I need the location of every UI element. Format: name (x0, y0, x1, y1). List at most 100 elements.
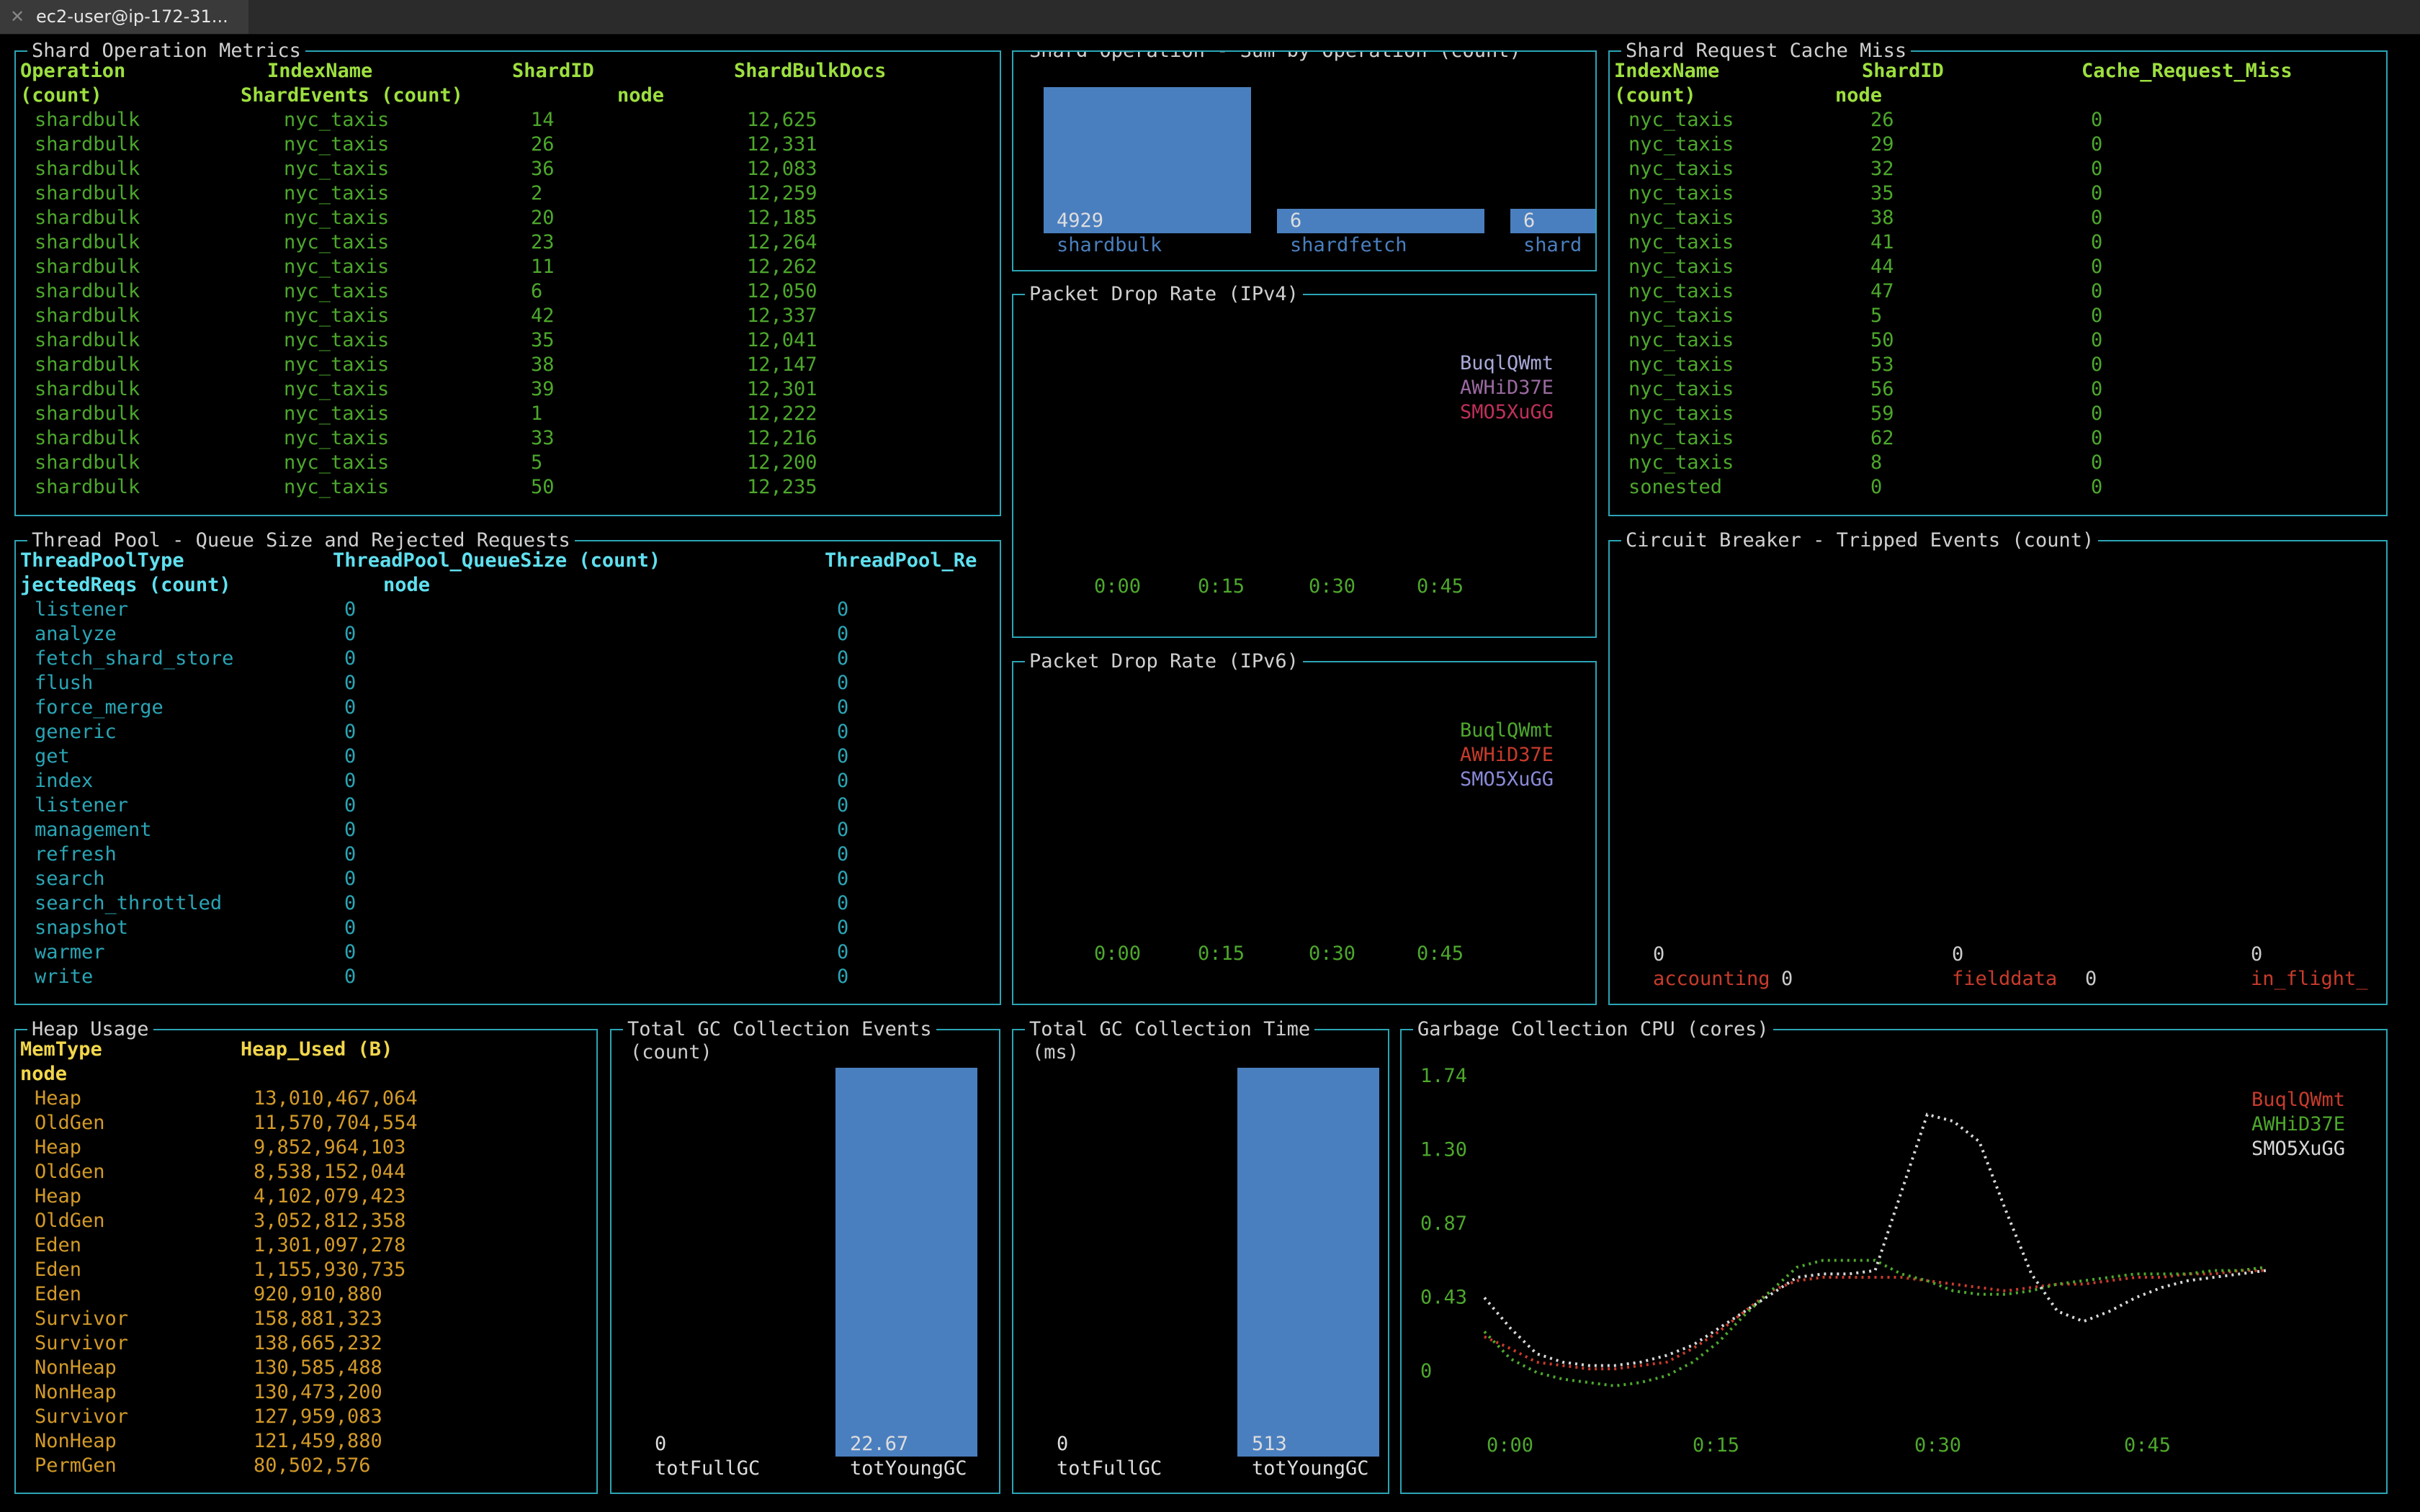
table-cell: 130,585,488 (254, 1356, 382, 1379)
table-cell: 0 (2091, 207, 2103, 229)
table-cell: NonHeap (35, 1430, 117, 1452)
legend-item: BuqlQWmt (1460, 719, 1554, 742)
legend-item: SMO5XuGG (1460, 401, 1554, 423)
table-cell: get (35, 745, 70, 768)
table-cell: shardbulk (35, 354, 140, 376)
table-cell: 6 (531, 280, 543, 302)
table-cell: listener (35, 598, 129, 621)
table-cell: Survivor (35, 1405, 129, 1428)
col-header-rejected: ThreadPool_Re (825, 549, 977, 572)
legend-item: BuqlQWmt (1460, 352, 1554, 374)
bar-category-label: totFullGC (1057, 1457, 1162, 1480)
table-cell: 0 (2091, 476, 2103, 498)
y-tick-label: 0 (1420, 1360, 1432, 1382)
table-cell: 0 (837, 770, 849, 792)
panel-subtitle: (count) (630, 1041, 712, 1063)
table-cell: 12,262 (747, 256, 817, 278)
table-cell: nyc_taxis (284, 354, 390, 376)
table-cell: OldGen (35, 1112, 105, 1134)
table-cell: 121,459,880 (254, 1430, 382, 1452)
table-cell: 26 (1870, 109, 1894, 131)
col-header-operation: Operation (20, 60, 126, 82)
table-cell: 0 (837, 941, 849, 963)
x-tick-label: 0:00 (1094, 575, 1142, 598)
table-cell: 12,259 (747, 182, 817, 204)
table-cell: nyc_taxis (1628, 133, 1734, 156)
table-cell: 0 (344, 623, 357, 645)
gc-events-panel: Total GC Collection Events (count) 0 totF… (610, 1017, 1000, 1494)
table-cell: OldGen (35, 1161, 105, 1183)
table-cell: 12,337 (747, 305, 817, 327)
bar-category-label: totFullGC (655, 1457, 761, 1480)
table-cell: 0 (344, 843, 357, 865)
x-tick-label: 0:45 (1417, 942, 1464, 965)
table-cell: 0 (2091, 256, 2103, 278)
table-cell: Eden (35, 1234, 82, 1256)
table-cell: 0 (344, 696, 357, 719)
col-header-shardid: ShardID (1862, 60, 1944, 82)
bar-category-label: totYoungGC (850, 1457, 967, 1480)
table-cell: Heap (35, 1185, 82, 1207)
table-cell: shardbulk (35, 109, 140, 131)
table-cell: nyc_taxis (284, 182, 390, 204)
table-cell: nyc_taxis (284, 378, 390, 400)
table-cell: sonested (1628, 476, 1723, 498)
table-cell: 53 (1870, 354, 1894, 376)
table-cell: shardbulk (35, 451, 140, 474)
table-cell: write (35, 966, 94, 988)
panel-title: Total GC Collection Time (1025, 1017, 1315, 1042)
table-cell: nyc_taxis (284, 231, 390, 253)
col-header-shardbulkdocs: ShardBulkDocs (734, 60, 887, 82)
y-tick-label: 1.74 (1420, 1065, 1467, 1087)
col-header-count: (count) (1614, 84, 1696, 107)
table-cell: snapshot (35, 917, 129, 939)
table-cell: 0 (344, 941, 357, 963)
legend-item: AWHiD37E (2251, 1113, 2345, 1135)
table-cell: nyc_taxis (1628, 305, 1734, 327)
table-cell: 26 (531, 133, 555, 156)
circuit-value-accounting: 0 (1653, 943, 1665, 966)
table-cell: shardbulk (35, 427, 140, 449)
table-cell: 2 (531, 182, 543, 204)
table-cell: shardbulk (35, 378, 140, 400)
table-cell: 0 (344, 598, 357, 621)
table-cell: 32 (1870, 158, 1894, 180)
col-header-cache-miss: Cache_Request_Miss (2081, 60, 2293, 82)
table-cell: 56 (1870, 378, 1894, 400)
table-cell: nyc_taxis (284, 476, 390, 498)
table-cell: 0 (2091, 427, 2103, 449)
table-cell: nyc_taxis (1628, 329, 1734, 351)
table-cell: shardbulk (35, 476, 140, 498)
table-cell: 13,010,467,064 (254, 1087, 418, 1110)
table-cell: shardbulk (35, 280, 140, 302)
x-tick-label: 0:15 (1198, 942, 1245, 965)
terminal-tab[interactable]: ✕ ec2-user@ip-172-31... ⌘1 (0, 0, 248, 60)
table-cell: 0 (2091, 402, 2103, 425)
table-cell: 0 (837, 721, 849, 743)
table-cell: nyc_taxis (1628, 451, 1734, 474)
table-cell: 35 (1870, 182, 1894, 204)
table-cell: NonHeap (35, 1381, 117, 1403)
table-cell: 0 (344, 819, 357, 841)
col-header-memtype: MemType (20, 1038, 102, 1061)
table-cell: 41 (1870, 231, 1894, 253)
table-cell: index (35, 770, 94, 792)
bar-value-label: 0 (655, 1433, 667, 1455)
table-cell: nyc_taxis (284, 402, 390, 425)
y-tick-label: 0.87 (1420, 1212, 1467, 1235)
table-cell: Eden (35, 1259, 82, 1281)
shard-operation-sum-panel: Shard Operation - Sum by Operation (coun… (1012, 50, 1597, 271)
close-tab-icon[interactable]: ✕ (10, 0, 24, 34)
table-cell: Heap (35, 1087, 82, 1110)
col-header-count: (count) (20, 84, 102, 107)
circuit-after-accounting: 0 (1781, 968, 1793, 990)
table-cell: 0 (2091, 329, 2103, 351)
col-header-threadpooltype: ThreadPoolType (20, 549, 184, 572)
table-cell: nyc_taxis (284, 280, 390, 302)
legend-item: BuqlQWmt (2251, 1089, 2345, 1111)
table-cell: 12,235 (747, 476, 817, 498)
table-cell: force_merge (35, 696, 163, 719)
table-cell: 0 (2091, 451, 2103, 474)
table-cell: 12,301 (747, 378, 817, 400)
col-header-node: node (1835, 84, 1883, 107)
